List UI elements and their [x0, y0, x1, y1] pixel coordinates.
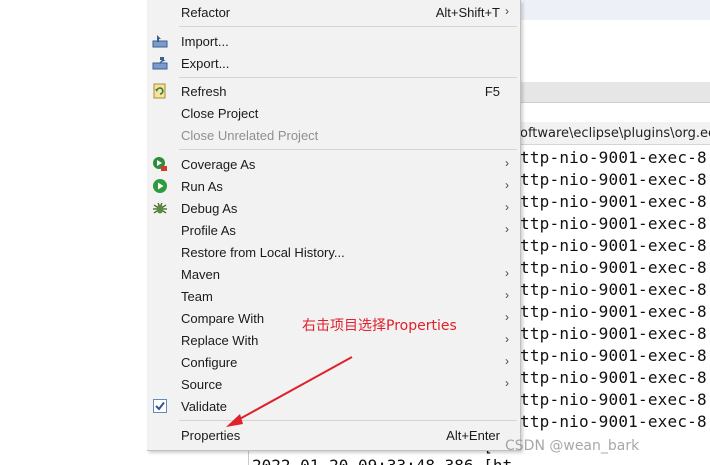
- annotation-arrow-icon: [226, 356, 353, 427]
- watermark: CSDN @wean_bark: [505, 438, 640, 454]
